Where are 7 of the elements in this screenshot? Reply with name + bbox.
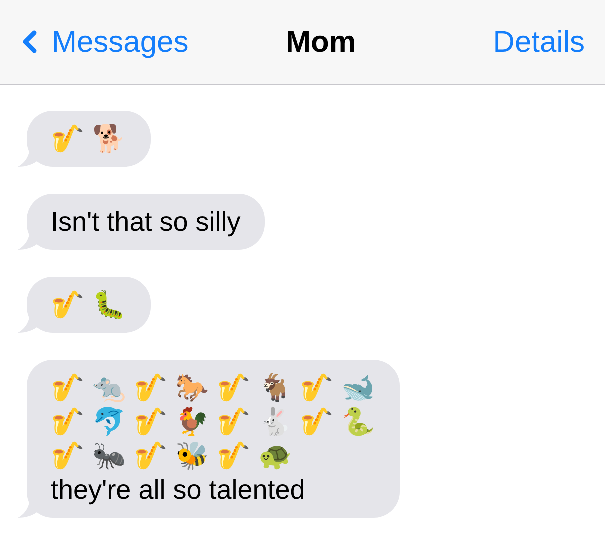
details-button[interactable]: Details: [493, 20, 593, 64]
message-bubble: 🎷 🐀 🎷 🐎 🎷 🐐 🎷 🐋 🎷 🐬 🎷 🐓 🎷 🐇 🎷 🐍 🎷 🐜 🎷 🐝 🎷 🐢 they're all so talented: [27, 360, 400, 518]
message-bubble: Isn't that so silly: [27, 194, 265, 250]
message-bubble: 🎷 🐛: [27, 277, 151, 333]
message-bubble: 🎷 🐕: [27, 111, 151, 167]
conversation-title: Mom: [286, 24, 356, 60]
back-button[interactable]: Messages: [12, 20, 189, 64]
